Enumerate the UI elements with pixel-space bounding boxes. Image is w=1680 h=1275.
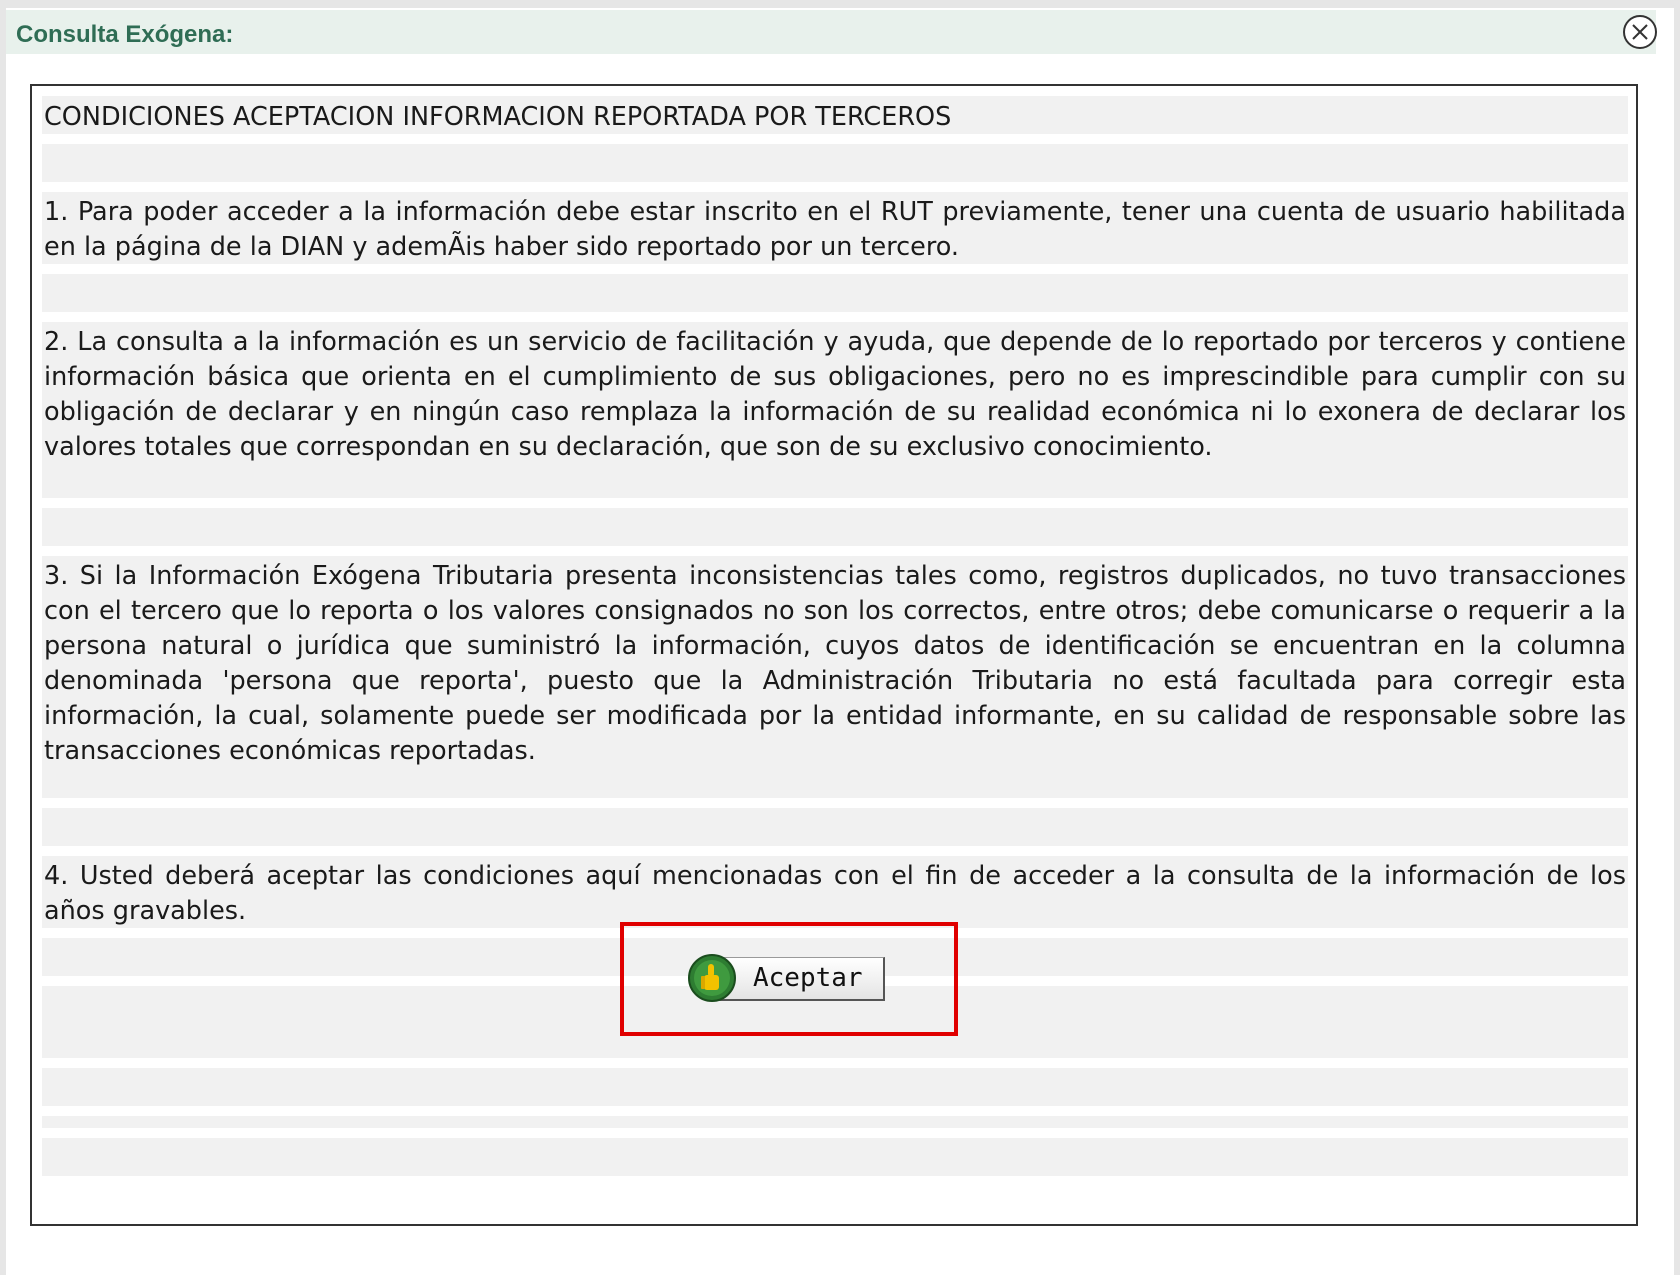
spacer-row [42, 144, 1628, 182]
condition-text-3: 3. Si la Información Exógena Tributaria … [44, 561, 1626, 766]
condition-text-1: 1. Para poder acceder a la información d… [44, 197, 1626, 262]
spacer-row [42, 1138, 1628, 1176]
condition-item: 3. Si la Información Exógena Tributaria … [42, 556, 1628, 798]
condition-text-2: 2. La consulta a la información es un se… [44, 327, 1626, 462]
condition-item: 2. La consulta a la información es un se… [42, 322, 1628, 498]
spacer-row [42, 508, 1628, 546]
dialog-title-bar: Consulta Exógena: [6, 10, 1656, 54]
condition-item: 4. Usted deberá aceptar las condiciones … [42, 856, 1628, 928]
accept-button[interactable]: Aceptar [687, 953, 885, 1003]
spacer-row [42, 1068, 1628, 1106]
dialog-title: Consulta Exógena: [16, 21, 234, 48]
close-circle-icon [1623, 15, 1657, 49]
conditions-heading: CONDICIONES ACEPTACION INFORMACION REPOR… [44, 102, 952, 132]
condition-item: 1. Para poder acceder a la información d… [42, 192, 1628, 264]
close-button[interactable] [1622, 14, 1658, 50]
conditions-heading-row: CONDICIONES ACEPTACION INFORMACION REPOR… [42, 96, 1628, 134]
conditions-panel: CONDICIONES ACEPTACION INFORMACION REPOR… [30, 84, 1638, 1226]
spacer-row [42, 1116, 1628, 1128]
thumbs-up-icon [688, 954, 736, 1002]
spacer-row [42, 274, 1628, 312]
spacer-row [42, 808, 1628, 846]
condition-text-4: 4. Usted deberá aceptar las condiciones … [44, 861, 1626, 926]
accept-button-label[interactable]: Aceptar [753, 964, 863, 992]
